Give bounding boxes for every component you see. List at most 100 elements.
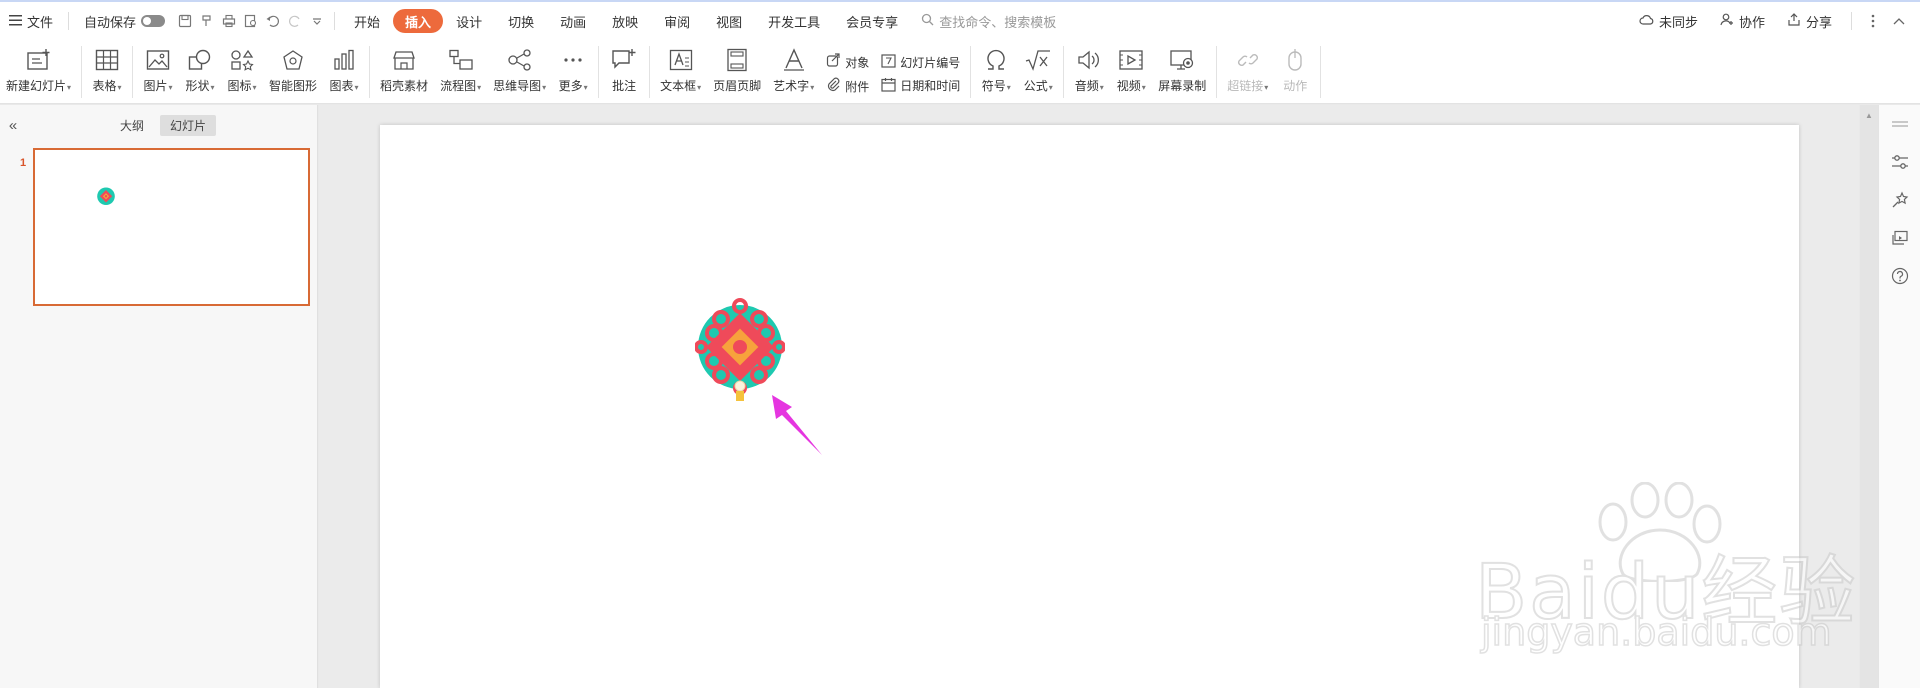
slide-thumbnail-number: 1 — [20, 157, 27, 169]
comment-button[interactable]: 批注 — [603, 44, 645, 100]
attachment-label: 附件 — [845, 79, 870, 94]
tab-outline[interactable]: 大纲 — [110, 115, 154, 136]
panel-menu-icon[interactable] — [1889, 113, 1911, 135]
wps-presentation-app: 文件 自动保存 开始 插入 设计 切换 动画 放映 审阅 视图 开发工具 会员专… — [0, 0, 1920, 688]
header-footer-label: 页眉页脚 — [713, 79, 762, 93]
toggle-switch-icon[interactable] — [141, 15, 166, 27]
ribbon-insert: 新建幻灯片 表格 图片 形状 图标 智能图形 图表 — [0, 40, 1920, 104]
header-footer-button[interactable]: 页眉页脚 — [707, 44, 767, 100]
picture-label: 图片 — [144, 77, 173, 94]
share-button[interactable]: 分享 — [1778, 7, 1841, 35]
customize-quick-access-icon[interactable] — [306, 10, 328, 32]
divider — [369, 46, 371, 98]
more-button[interactable]: 更多 — [552, 44, 594, 100]
tab-animation[interactable]: 动画 — [547, 9, 599, 33]
more-options-icon[interactable] — [1862, 10, 1884, 32]
header-footer-icon — [722, 46, 752, 74]
command-search[interactable]: 查找命令、搜索模板 — [911, 12, 1066, 31]
undo-icon[interactable] — [262, 10, 284, 32]
vertical-scrollbar[interactable]: ▲ — [1860, 105, 1878, 688]
object-label: 对象 — [845, 55, 870, 70]
redo-icon[interactable] — [284, 10, 306, 32]
chart-label: 图表 — [330, 77, 359, 94]
hyperlink-label: 超链接 — [1227, 77, 1268, 94]
tab-member[interactable]: 会员专享 — [833, 9, 911, 33]
menubar-right: 未同步 协作 分享 — [1630, 7, 1920, 35]
properties-sliders-icon[interactable] — [1889, 151, 1911, 173]
shell-material-label: 稻壳素材 — [380, 79, 429, 93]
autosave-toggle[interactable]: 自动保存 — [75, 7, 174, 35]
user-plus-icon — [1720, 13, 1734, 29]
collaborate-button[interactable]: 协作 — [1711, 7, 1774, 35]
tab-view[interactable]: 视图 — [703, 9, 755, 33]
double-chevron-left-icon[interactable]: « — [0, 117, 26, 134]
new-slide-icon — [24, 46, 54, 74]
shell-material-button[interactable]: 稻壳素材 — [374, 44, 434, 100]
divider — [1320, 46, 1322, 98]
divider — [1063, 46, 1065, 98]
tab-insert[interactable]: 插入 — [393, 9, 444, 33]
save-icon[interactable] — [174, 10, 196, 32]
screen-record-button[interactable]: 屏幕录制 — [1152, 44, 1212, 100]
collapse-ribbon-icon[interactable] — [1888, 10, 1910, 32]
share-label: 分享 — [1805, 14, 1832, 30]
chart-icon — [329, 46, 359, 74]
scroll-up-icon[interactable]: ▲ — [1860, 111, 1878, 120]
icon-button[interactable]: 图标 — [221, 44, 263, 100]
datetime-label: 日期和时间 — [900, 79, 961, 93]
tab-review[interactable]: 审阅 — [651, 9, 703, 33]
new-slide-label: 新建幻灯片 — [6, 77, 71, 94]
print-preview-icon[interactable] — [240, 10, 262, 32]
tab-developer[interactable]: 开发工具 — [755, 9, 833, 33]
icon-label: 图标 — [228, 77, 257, 94]
symbol-label: 符号 — [982, 77, 1011, 94]
search-placeholder: 查找命令、搜索模板 — [939, 14, 1057, 30]
help-icon[interactable] — [1889, 265, 1911, 287]
wordart-button[interactable]: 艺术字 — [767, 44, 820, 100]
slide-thumbnail[interactable] — [33, 148, 310, 306]
tab-home[interactable]: 开始 — [341, 9, 393, 33]
smart-graphic-button[interactable]: 智能图形 — [263, 44, 323, 100]
flowchart-label: 流程图 — [440, 77, 481, 94]
animation-star-icon[interactable] — [1889, 189, 1911, 211]
chinese-knot-icon[interactable] — [695, 297, 785, 402]
sync-button[interactable]: 未同步 — [1630, 7, 1707, 35]
action-button[interactable]: 动作 — [1274, 44, 1316, 100]
textbox-button[interactable]: 文本框 — [654, 44, 707, 100]
current-slide[interactable] — [380, 125, 1799, 688]
shape-button[interactable]: 形状 — [179, 44, 221, 100]
flowchart-button[interactable]: 流程图 — [434, 44, 487, 100]
tab-slides[interactable]: 幻灯片 — [160, 114, 217, 136]
formula-label: 公式 — [1024, 77, 1053, 94]
file-menu-label: 文件 — [27, 14, 54, 30]
tab-transition[interactable]: 切换 — [495, 9, 547, 33]
tab-slideshow[interactable]: 放映 — [599, 9, 651, 33]
attachment-button[interactable]: 附件 — [826, 77, 869, 95]
table-button[interactable]: 表格 — [86, 44, 128, 100]
symbol-button[interactable]: 符号 — [975, 44, 1017, 100]
smart-graphic-label: 智能图形 — [269, 79, 318, 93]
mindmap-button[interactable]: 思维导图 — [487, 44, 552, 100]
material-store-icon — [389, 46, 419, 74]
file-menu[interactable]: 文件 — [0, 7, 62, 35]
divider — [334, 12, 336, 30]
slide-number-button[interactable]: 幻灯片编号 — [881, 53, 960, 71]
datetime-button[interactable]: 日期和时间 — [881, 77, 960, 95]
print-icon[interactable] — [218, 10, 240, 32]
object-button[interactable]: 对象 — [826, 53, 869, 71]
object-icon — [826, 53, 841, 71]
hyperlink-button[interactable]: 超链接 — [1221, 44, 1274, 100]
picture-button[interactable]: 图片 — [137, 44, 179, 100]
formula-button[interactable]: 公式 — [1017, 44, 1059, 100]
slide-transition-icon[interactable] — [1889, 227, 1911, 249]
shape-label: 形状 — [186, 77, 215, 94]
video-button[interactable]: 视频 — [1110, 44, 1152, 100]
chart-button[interactable]: 图表 — [323, 44, 365, 100]
table-icon — [92, 46, 122, 74]
textbox-icon — [666, 46, 696, 74]
tab-design[interactable]: 设计 — [443, 9, 495, 33]
format-painter-icon[interactable] — [196, 10, 218, 32]
audio-button[interactable]: 音频 — [1068, 44, 1110, 100]
video-icon — [1116, 46, 1146, 74]
new-slide-button[interactable]: 新建幻灯片 — [0, 44, 77, 100]
